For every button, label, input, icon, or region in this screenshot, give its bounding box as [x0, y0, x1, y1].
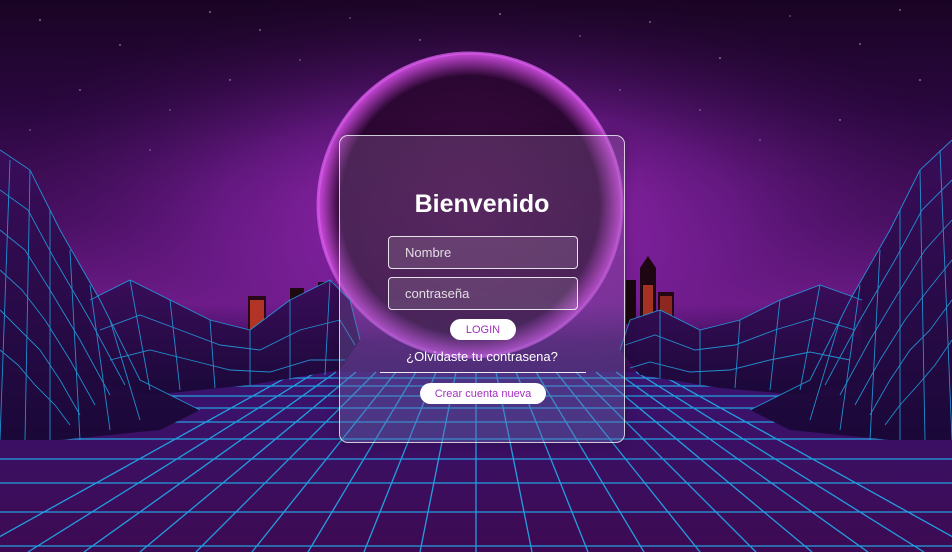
create-account-button[interactable]: Crear cuenta nueva — [420, 383, 546, 404]
divider — [380, 372, 586, 373]
username-input[interactable] — [388, 236, 578, 269]
welcome-title: Bienvenido — [414, 190, 550, 218]
login-card: Bienvenido LOGIN ¿Olvidaste tu contrasen… — [339, 135, 625, 443]
login-page: Bienvenido LOGIN ¿Olvidaste tu contrasen… — [0, 0, 952, 552]
password-input[interactable] — [388, 277, 578, 310]
login-button[interactable]: LOGIN — [450, 319, 516, 340]
forgot-password-link[interactable]: ¿Olvidaste tu contrasena? — [340, 349, 624, 365]
